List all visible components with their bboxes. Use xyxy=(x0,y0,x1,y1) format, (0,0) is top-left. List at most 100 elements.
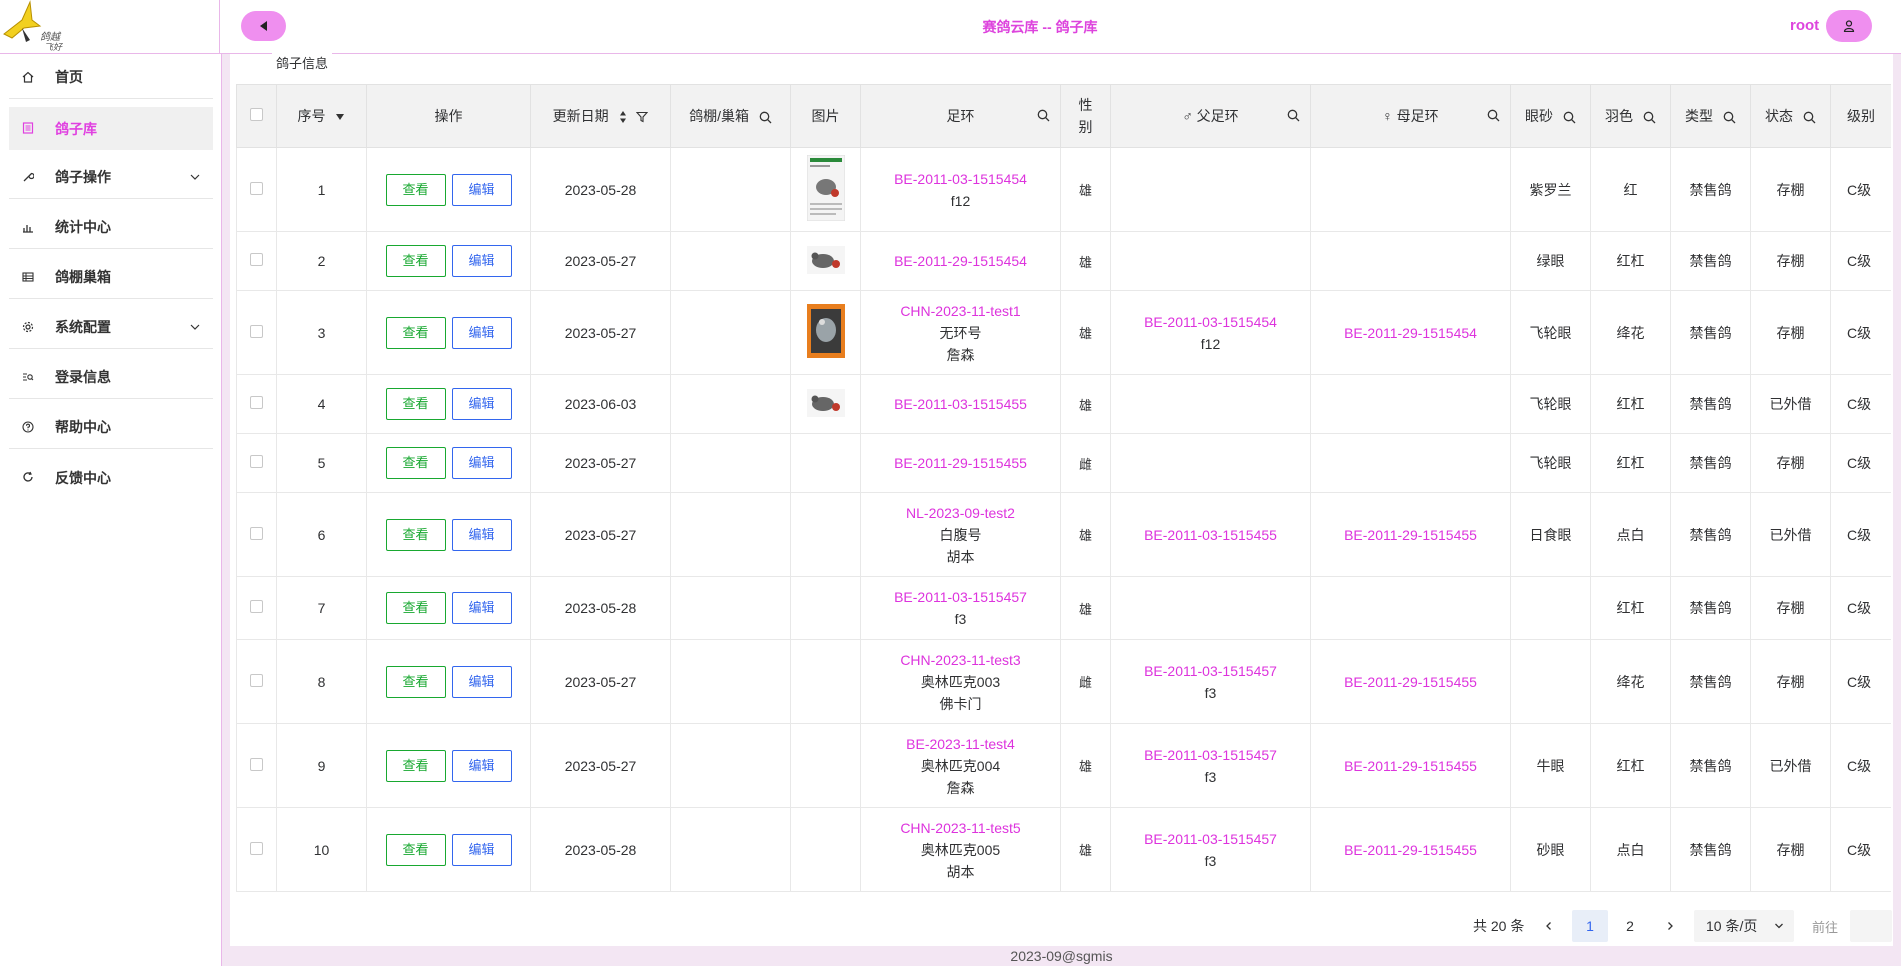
ring-link[interactable]: BE-2011-29-1515454 xyxy=(861,250,1060,272)
select-all-checkbox[interactable] xyxy=(250,108,263,121)
column-header-mother[interactable]: ♀ 母足环 xyxy=(1310,84,1511,148)
ring-link[interactable]: BE-2011-03-1515455 xyxy=(861,393,1060,415)
edit-button[interactable]: 编辑 xyxy=(451,245,512,277)
sort-icon[interactable] xyxy=(619,110,627,124)
row-select-cell[interactable] xyxy=(236,576,277,640)
user-menu-button[interactable] xyxy=(1826,10,1872,42)
view-button[interactable]: 查看 xyxy=(385,518,446,551)
father-ring-link[interactable]: BE-2011-03-1515457 xyxy=(1111,660,1310,682)
row-checkbox[interactable] xyxy=(250,673,263,687)
sort-down-icon[interactable] xyxy=(335,113,345,121)
row-select-cell[interactable] xyxy=(236,231,277,291)
sidebar-item-loft-boxes[interactable]: 鸽棚巢箱 xyxy=(9,256,213,299)
edit-button[interactable]: 编辑 xyxy=(451,518,512,551)
sidebar-item-login-info[interactable]: 登录信息 xyxy=(9,356,213,399)
row-checkbox[interactable] xyxy=(250,396,263,409)
edit-button[interactable]: 编辑 xyxy=(451,833,512,866)
father-ring-link[interactable]: BE-2011-03-1515455 xyxy=(1111,524,1310,546)
sidebar-item-feedback[interactable]: 反馈中心 xyxy=(9,456,213,499)
select-all-cell[interactable] xyxy=(236,84,277,148)
column-header-type[interactable]: 类型 xyxy=(1670,84,1751,148)
search-icon[interactable] xyxy=(1723,111,1736,124)
pigeon-photo[interactable] xyxy=(806,388,845,417)
father-ring-link[interactable]: BE-2011-03-1515457 xyxy=(1111,828,1310,850)
sidebar-item-pigeon-operations[interactable]: 鸽子操作 xyxy=(9,156,213,199)
page-size-select[interactable]: 10 条/页 xyxy=(1694,910,1794,942)
ring-link[interactable]: BE-2011-03-1515457 xyxy=(861,586,1060,608)
row-select-cell[interactable] xyxy=(236,723,277,808)
row-checkbox[interactable] xyxy=(250,600,263,613)
mother-ring-link[interactable]: BE-2011-29-1515455 xyxy=(1311,524,1510,546)
sidebar-item-help[interactable]: 帮助中心 xyxy=(9,406,213,449)
mother-ring-link[interactable]: BE-2011-29-1515454 xyxy=(1311,322,1510,344)
row-checkbox[interactable] xyxy=(250,455,263,468)
row-checkbox[interactable] xyxy=(250,526,263,540)
edit-button[interactable]: 编辑 xyxy=(451,316,512,349)
edit-button[interactable]: 编辑 xyxy=(451,388,512,420)
sidebar-item-statistics[interactable]: 统计中心 xyxy=(9,206,213,249)
view-button[interactable]: 查看 xyxy=(385,245,446,277)
edit-button[interactable]: 编辑 xyxy=(451,665,512,698)
row-select-cell[interactable] xyxy=(236,290,277,375)
view-button[interactable]: 查看 xyxy=(385,749,446,782)
column-header-eye[interactable]: 眼砂 xyxy=(1510,84,1591,148)
edit-button[interactable]: 编辑 xyxy=(451,447,512,479)
column-header-index[interactable]: 序号 xyxy=(276,84,367,148)
mother-ring-link[interactable]: BE-2011-29-1515455 xyxy=(1311,839,1510,861)
ring-link[interactable]: CHN-2023-11-test5 xyxy=(861,817,1060,839)
sidebar-item-home[interactable]: 首页 xyxy=(9,56,213,99)
row-select-cell[interactable] xyxy=(236,147,277,232)
row-select-cell[interactable] xyxy=(236,807,277,892)
search-icon[interactable] xyxy=(1037,109,1050,122)
father-ring-link[interactable]: BE-2011-03-1515457 xyxy=(1111,744,1310,766)
column-header-updated[interactable]: 更新日期 xyxy=(530,84,671,148)
mother-ring-link[interactable]: BE-2011-29-1515455 xyxy=(1311,755,1510,777)
search-icon[interactable] xyxy=(1563,111,1576,124)
ring-link[interactable]: BE-2011-03-1515454 xyxy=(861,168,1060,190)
row-select-cell[interactable] xyxy=(236,639,277,724)
sidebar-collapse-button[interactable] xyxy=(241,11,286,41)
column-header-ring[interactable]: 足环 xyxy=(860,84,1061,148)
row-checkbox[interactable] xyxy=(250,253,263,266)
row-checkbox[interactable] xyxy=(250,181,263,195)
row-select-cell[interactable] xyxy=(236,492,277,577)
view-button[interactable]: 查看 xyxy=(385,316,446,349)
goto-page-input[interactable] xyxy=(1850,910,1892,942)
edit-button[interactable]: 编辑 xyxy=(451,592,512,624)
ring-link[interactable]: BE-2023-11-test4 xyxy=(861,733,1060,755)
sidebar-item-system-config[interactable]: 系统配置 xyxy=(9,306,213,349)
prev-page-button[interactable] xyxy=(1531,910,1567,942)
father-ring-link[interactable]: BE-2011-03-1515454 xyxy=(1111,311,1310,333)
ring-link[interactable]: BE-2011-29-1515455 xyxy=(861,452,1060,474)
ring-link[interactable]: CHN-2023-11-test1 xyxy=(861,300,1060,322)
edit-button[interactable]: 编辑 xyxy=(451,173,512,206)
pigeon-photo[interactable] xyxy=(806,245,845,274)
sidebar-item-pigeon-library[interactable]: 鸽子库 xyxy=(9,107,213,150)
view-button[interactable]: 查看 xyxy=(385,388,446,420)
ring-link[interactable]: NL-2023-09-test2 xyxy=(861,502,1060,524)
column-header-color[interactable]: 羽色 xyxy=(1590,84,1671,148)
search-icon[interactable] xyxy=(1803,111,1816,124)
search-icon[interactable] xyxy=(759,111,772,124)
edit-button[interactable]: 编辑 xyxy=(451,749,512,782)
search-icon[interactable] xyxy=(1487,109,1500,122)
filter-icon[interactable] xyxy=(636,111,649,123)
row-checkbox[interactable] xyxy=(250,841,263,855)
view-button[interactable]: 查看 xyxy=(385,173,446,206)
column-header-status[interactable]: 状态 xyxy=(1750,84,1831,148)
pigeon-photo[interactable] xyxy=(806,304,845,358)
view-button[interactable]: 查看 xyxy=(385,833,446,866)
ring-link[interactable]: CHN-2023-11-test3 xyxy=(861,649,1060,671)
view-button[interactable]: 查看 xyxy=(385,592,446,624)
mother-ring-link[interactable]: BE-2011-29-1515455 xyxy=(1311,671,1510,693)
page-button-1[interactable]: 1 xyxy=(1572,910,1608,942)
row-checkbox[interactable] xyxy=(250,324,263,338)
view-button[interactable]: 查看 xyxy=(385,665,446,698)
row-checkbox[interactable] xyxy=(250,757,263,771)
search-icon[interactable] xyxy=(1643,111,1656,124)
column-header-father[interactable]: ♂ 父足环 xyxy=(1110,84,1311,148)
username-label[interactable]: root xyxy=(1790,17,1819,34)
pigeon-photo[interactable] xyxy=(806,154,845,222)
column-header-loft[interactable]: 鸽棚/巢箱 xyxy=(670,84,791,148)
row-select-cell[interactable] xyxy=(236,374,277,434)
